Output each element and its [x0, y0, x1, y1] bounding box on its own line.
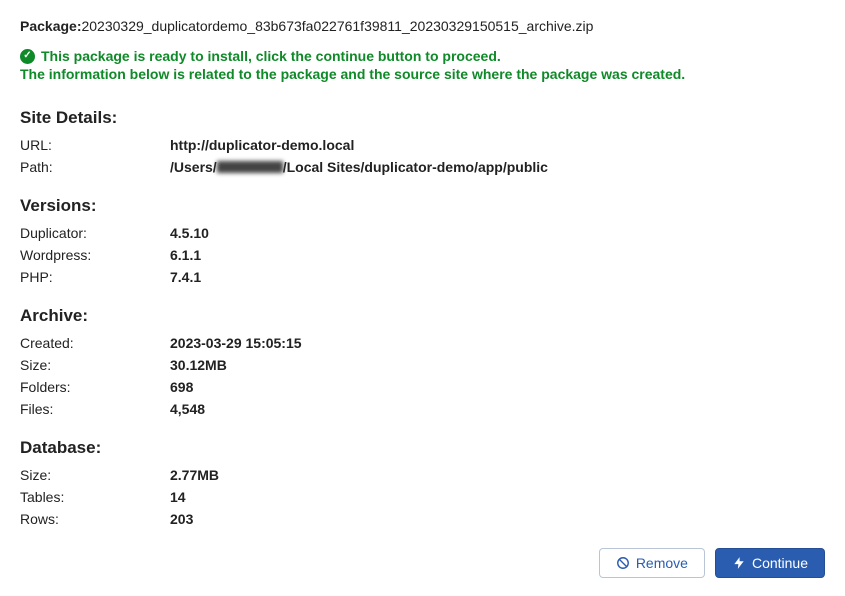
- path-value: /Users//Local Sites/duplicator-demo/app/…: [170, 159, 548, 175]
- db-tables-value: 14: [170, 489, 186, 505]
- archive-size-label: Size:: [20, 357, 170, 373]
- row-wordpress: Wordpress: 6.1.1: [20, 244, 825, 266]
- status-info: The information below is related to the …: [20, 66, 825, 82]
- row-duplicator: Duplicator: 4.5.10: [20, 222, 825, 244]
- row-archive-files: Files: 4,548: [20, 398, 825, 420]
- continue-button-label: Continue: [752, 555, 808, 571]
- remove-button-label: Remove: [636, 555, 688, 571]
- url-label: URL:: [20, 137, 170, 153]
- archive-created-label: Created:: [20, 335, 170, 351]
- db-rows-label: Rows:: [20, 511, 170, 527]
- wordpress-value: 6.1.1: [170, 247, 201, 263]
- archive-created-value: 2023-03-29 15:05:15: [170, 335, 302, 351]
- status-ready-text: This package is ready to install, click …: [41, 48, 501, 64]
- button-bar: Remove Continue: [20, 548, 825, 578]
- package-filename: 20230329_duplicatordemo_83b673fa022761f3…: [81, 18, 593, 34]
- row-archive-created: Created: 2023-03-29 15:05:15: [20, 332, 825, 354]
- url-value: http://duplicator-demo.local: [170, 137, 354, 153]
- row-archive-size: Size: 30.12MB: [20, 354, 825, 376]
- remove-button[interactable]: Remove: [599, 548, 705, 578]
- package-line: Package:20230329_duplicatordemo_83b673fa…: [20, 18, 825, 34]
- archive-folders-value: 698: [170, 379, 193, 395]
- continue-button[interactable]: Continue: [715, 548, 825, 578]
- row-db-size: Size: 2.77MB: [20, 464, 825, 486]
- package-label: Package:: [20, 18, 81, 34]
- check-circle-icon: ✓: [20, 49, 35, 64]
- prohibit-icon: [616, 556, 630, 570]
- redacted-username: [217, 161, 283, 173]
- row-db-tables: Tables: 14: [20, 486, 825, 508]
- wordpress-label: Wordpress:: [20, 247, 170, 263]
- path-label: Path:: [20, 159, 170, 175]
- archive-section: Archive: Created: 2023-03-29 15:05:15 Si…: [20, 306, 825, 420]
- status-ready: ✓ This package is ready to install, clic…: [20, 48, 825, 64]
- php-value: 7.4.1: [170, 269, 201, 285]
- php-label: PHP:: [20, 269, 170, 285]
- duplicator-label: Duplicator:: [20, 225, 170, 241]
- bolt-icon: [732, 556, 746, 570]
- row-php: PHP: 7.4.1: [20, 266, 825, 288]
- site-details-section: Site Details: URL: http://duplicator-dem…: [20, 108, 825, 178]
- archive-files-label: Files:: [20, 401, 170, 417]
- duplicator-value: 4.5.10: [170, 225, 209, 241]
- row-path: Path: /Users//Local Sites/duplicator-dem…: [20, 156, 825, 178]
- db-size-label: Size:: [20, 467, 170, 483]
- archive-heading: Archive:: [20, 306, 825, 326]
- archive-files-value: 4,548: [170, 401, 205, 417]
- db-tables-label: Tables:: [20, 489, 170, 505]
- versions-section: Versions: Duplicator: 4.5.10 Wordpress: …: [20, 196, 825, 288]
- database-heading: Database:: [20, 438, 825, 458]
- row-url: URL: http://duplicator-demo.local: [20, 134, 825, 156]
- row-db-rows: Rows: 203: [20, 508, 825, 530]
- db-rows-value: 203: [170, 511, 193, 527]
- archive-size-value: 30.12MB: [170, 357, 227, 373]
- row-archive-folders: Folders: 698: [20, 376, 825, 398]
- archive-folders-label: Folders:: [20, 379, 170, 395]
- database-section: Database: Size: 2.77MB Tables: 14 Rows: …: [20, 438, 825, 530]
- versions-heading: Versions:: [20, 196, 825, 216]
- site-details-heading: Site Details:: [20, 108, 825, 128]
- db-size-value: 2.77MB: [170, 467, 219, 483]
